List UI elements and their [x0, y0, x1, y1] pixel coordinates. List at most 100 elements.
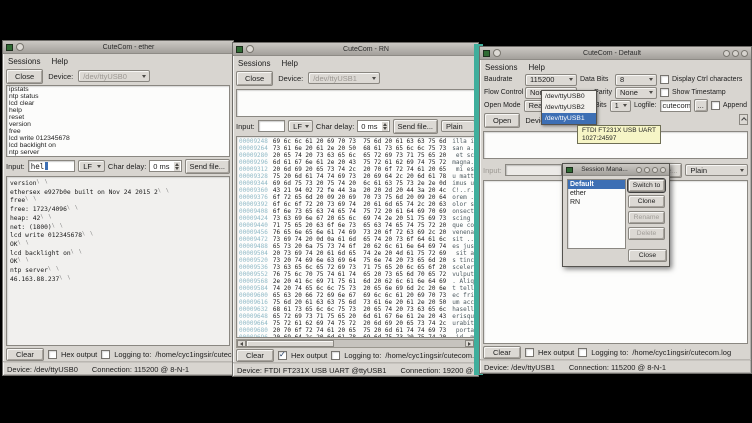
append-label[interactable]: Append	[723, 102, 747, 109]
hex-output-label[interactable]: Hex output	[538, 348, 574, 357]
line-end-combo[interactable]: LF	[78, 160, 105, 172]
logging-checkbox[interactable]	[331, 351, 340, 360]
dialog-titlebar[interactable]: Session Mana...	[563, 164, 669, 176]
append-checkbox[interactable]	[711, 101, 720, 110]
display-ctrl-checkbox[interactable]	[660, 75, 669, 84]
hex-output-checkbox[interactable]	[48, 350, 57, 359]
maximize-icon[interactable]	[732, 50, 739, 57]
logging-label[interactable]: Logging to:	[114, 350, 151, 359]
device-popup-item[interactable]: /dev/ttyUSB1	[542, 113, 596, 124]
spin-down-icon[interactable]	[175, 167, 179, 170]
command-input[interactable]: hel	[28, 160, 75, 172]
spin-down-icon[interactable]	[383, 127, 387, 130]
history-item[interactable]: reset	[7, 114, 229, 121]
scrollbar-thumb[interactable]	[246, 340, 334, 347]
session-action-button[interactable]: Delete	[628, 227, 665, 240]
spin-up-icon[interactable]	[175, 163, 179, 166]
logging-label[interactable]: Logging to:	[591, 348, 628, 357]
logging-checkbox[interactable]	[578, 348, 587, 357]
hex-output-checkbox[interactable]	[525, 348, 534, 357]
scroll-right-button[interactable]	[465, 340, 474, 347]
logging-label[interactable]: Logging to:	[344, 351, 381, 360]
logfile-browse-button[interactable]: ...	[694, 99, 708, 112]
device-popup-item[interactable]: /dev/ttyUSB0	[542, 91, 596, 102]
maximize-icon[interactable]	[652, 167, 658, 173]
command-history-list[interactable]: ipstatsntp statuslcd clearhelpresetversi…	[6, 85, 230, 157]
menu-sessions[interactable]: Sessions	[238, 59, 270, 68]
command-input[interactable]	[258, 120, 285, 132]
command-history-list[interactable]	[236, 89, 475, 117]
titlebar[interactable]: CuteCom - Default	[480, 47, 751, 60]
history-item[interactable]: ipstats	[7, 86, 229, 93]
line-end-combo[interactable]: LF	[288, 120, 313, 132]
help-icon[interactable]	[636, 167, 642, 173]
send-file-button[interactable]: Send file...	[185, 159, 230, 174]
session-list-item[interactable]: ether	[568, 189, 625, 198]
baudrate-combo[interactable]: 115200	[525, 74, 577, 86]
hex-output-label[interactable]: Hex output	[61, 350, 97, 359]
device-combo[interactable]: /dev/ttyUSB0	[78, 70, 150, 82]
open-button[interactable]: Open	[484, 113, 520, 128]
menu-sessions[interactable]: Sessions	[485, 63, 517, 72]
clear-button[interactable]: Clear	[483, 346, 521, 359]
menu-sessions[interactable]: Sessions	[8, 57, 40, 66]
display-ctrl-label[interactable]: Display Ctrl characters	[672, 76, 742, 83]
command-input[interactable]	[505, 164, 562, 176]
spin-up-icon[interactable]	[383, 123, 387, 126]
session-list-item[interactable]: Default	[568, 180, 625, 189]
display-mode-combo[interactable]: Plain	[685, 164, 748, 176]
device-popup-item[interactable]: /dev/ttyUSB2	[542, 102, 596, 113]
minimize-icon[interactable]	[644, 167, 650, 173]
session-list[interactable]: DefaultetherRN	[567, 179, 626, 249]
session-action-button[interactable]: Switch to	[628, 179, 665, 192]
menu-help[interactable]: Help	[51, 57, 67, 66]
char-delay-spinner[interactable]: 0 ms	[149, 160, 181, 172]
spinner-arrows[interactable]	[382, 122, 388, 131]
hex-output-checkbox[interactable]	[278, 351, 287, 360]
scroll-left-button[interactable]	[237, 340, 246, 347]
history-item[interactable]: ntp status	[7, 93, 229, 100]
parity-combo[interactable]: None	[615, 87, 657, 99]
clear-button[interactable]: Clear	[6, 348, 44, 361]
hex-output-pane[interactable]: 00009248 69 6c 6c 61 20 69 70 73 75 6d 2…	[236, 136, 475, 338]
close-window-icon[interactable]	[741, 50, 748, 57]
titlebar[interactable]: CuteCom - RN	[233, 43, 478, 56]
char-delay-spinner[interactable]: 0 ms	[357, 120, 389, 132]
data-bits-combo[interactable]: 8	[615, 74, 657, 86]
stop-bits-combo[interactable]: 1	[610, 100, 631, 112]
session-close-button[interactable]: Close	[628, 249, 667, 262]
hex-output-label[interactable]: Hex output	[291, 351, 327, 360]
close-window-icon[interactable]	[660, 167, 666, 173]
close-connection-button[interactable]: Close	[236, 71, 273, 86]
history-item[interactable]: lcd clear	[7, 100, 229, 107]
session-action-button[interactable]: Rename	[628, 211, 665, 224]
device-combo[interactable]: /dev/ttyUSB1	[308, 72, 380, 84]
logging-checkbox[interactable]	[101, 350, 110, 359]
display-mode-combo[interactable]: Plain	[441, 120, 475, 132]
menu-help[interactable]: Help	[528, 63, 544, 72]
output-pane[interactable]: version\ \ethersex e927b0e built on Nov …	[6, 176, 230, 346]
window-menu-icon[interactable]	[246, 45, 254, 53]
scrollbar-track[interactable]	[334, 340, 465, 347]
history-item[interactable]: free	[7, 128, 229, 135]
minimize-icon[interactable]	[723, 50, 730, 57]
window-menu-icon[interactable]	[493, 49, 501, 57]
history-item[interactable]: ntp server	[7, 149, 229, 156]
titlebar[interactable]: CuteCom - ether	[3, 41, 233, 54]
send-file-button[interactable]: Send file...	[393, 119, 438, 134]
history-item[interactable]: lcd backlight on	[7, 142, 229, 149]
history-item[interactable]: lcd write 012345678	[7, 135, 229, 142]
show-timestamp-checkbox[interactable]	[660, 88, 669, 97]
show-timestamp-label[interactable]: Show Timestamp	[672, 89, 726, 96]
window-menu-icon[interactable]	[16, 43, 24, 51]
menu-help[interactable]: Help	[281, 59, 297, 68]
horizontal-scrollbar[interactable]	[236, 339, 475, 348]
close-connection-button[interactable]: Close	[6, 69, 43, 84]
spinner-arrows[interactable]	[174, 162, 180, 171]
session-list-item[interactable]: RN	[568, 198, 625, 207]
history-item[interactable]: version	[7, 121, 229, 128]
history-scroll-up-icon[interactable]	[739, 114, 748, 125]
session-action-button[interactable]: Clone	[628, 195, 665, 208]
logfile-field[interactable]: cutecom.log	[660, 100, 691, 112]
history-item[interactable]: help	[7, 107, 229, 114]
